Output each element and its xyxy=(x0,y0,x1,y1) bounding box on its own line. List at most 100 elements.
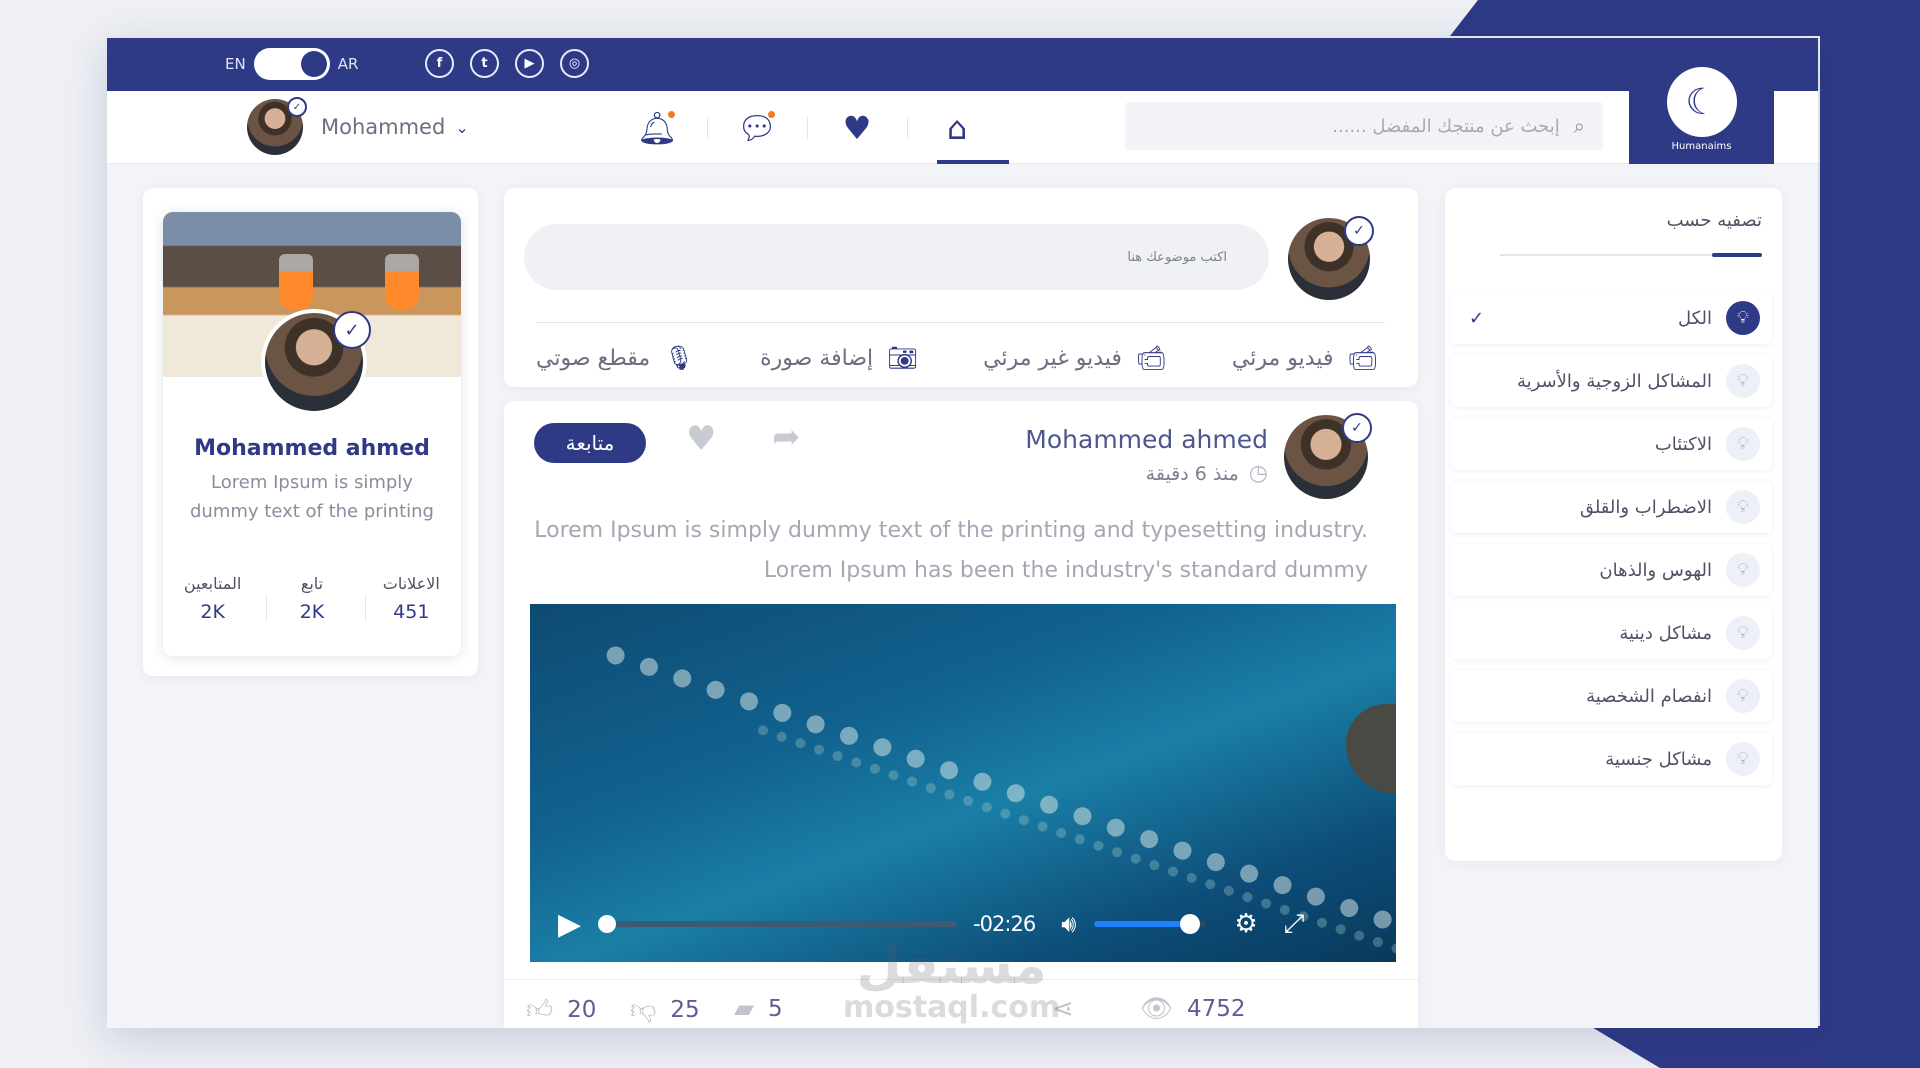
composer-avatar: ✓ xyxy=(1288,216,1374,300)
nav-icons: 🔔︎ 💬︎ ♥ ⌂ xyxy=(607,91,1009,164)
composer-input[interactable]: اكتب موضوعك هنا xyxy=(524,224,1269,290)
post-time: ◷ منذ 6 دقيقة xyxy=(1146,461,1268,486)
follow-button[interactable]: متابعة xyxy=(534,423,646,463)
gear-icon[interactable]: ⚙ xyxy=(1234,909,1257,939)
lightbulb-icon: 💡︎ xyxy=(1726,490,1760,524)
check-icon: ✓ xyxy=(1469,307,1485,329)
profile-stats: المتابعين 2K تابع 2K الاعلانات 451 xyxy=(163,574,461,623)
filter-title: تصفيه حسب xyxy=(1666,210,1762,231)
filter-item[interactable]: مشاكل جنسية 💡︎ xyxy=(1451,733,1772,785)
home-icon: ⌂ xyxy=(946,108,968,147)
stat-ads[interactable]: الاعلانات 451 xyxy=(365,574,457,623)
composer-actions: 🎙︎ مقطع صوتي 📷︎ إضافة صورة 📹︎ فيديو غير … xyxy=(536,333,1378,383)
home-button[interactable]: ⌂ xyxy=(907,91,1009,164)
glass-decoration xyxy=(385,254,419,310)
video-player[interactable]: ▶ -02:26 🔊︎ ⚙ ⤢ xyxy=(530,604,1396,962)
language-toggle[interactable] xyxy=(253,48,330,80)
filter-item[interactable]: مشاكل دينية 💡︎ xyxy=(1451,607,1772,659)
avatar: ✓ xyxy=(247,97,307,155)
search-placeholder: إبحث عن منتجك المفضل ...... xyxy=(1332,115,1560,137)
community-button[interactable]: ♥ xyxy=(807,91,907,164)
verified-badge-icon: ✓ xyxy=(1344,216,1374,246)
filter-item[interactable]: ✓ الكل 💡︎ xyxy=(1451,292,1772,344)
notification-dot xyxy=(666,109,677,120)
messages-button[interactable]: 💬︎ xyxy=(707,91,807,164)
add-audio-button[interactable]: 🎙︎ مقطع صوتي xyxy=(536,344,695,372)
filter-item[interactable]: الاضطراب والقلق 💡︎ xyxy=(1451,481,1772,533)
verified-badge-icon: ✓ xyxy=(1342,413,1372,443)
action-label: فيديو مرئي xyxy=(1231,345,1334,371)
background-shape-right xyxy=(1820,0,1920,1068)
action-label: إضافة صورة xyxy=(760,345,874,371)
lightbulb-icon: 💡︎ xyxy=(1726,301,1760,335)
volume-icon[interactable]: 🔊︎ xyxy=(1061,910,1076,938)
views: 👁︎ 4752 xyxy=(1140,994,1246,1024)
youtube-icon[interactable]: ▶ xyxy=(515,49,544,78)
notifications-button[interactable]: 🔔︎ xyxy=(607,91,707,164)
thumbs-up-icon: 👍︎ xyxy=(526,995,554,1025)
composer-placeholder: اكتب موضوعك هنا xyxy=(1127,249,1227,265)
fullscreen-icon[interactable]: ⤢ xyxy=(1284,909,1305,940)
facebook-icon[interactable]: f xyxy=(425,49,454,78)
stat-followers[interactable]: المتابعين 2K xyxy=(167,574,259,623)
background-shape-bottom xyxy=(1590,1026,1920,1068)
heart-icon[interactable]: ♥ xyxy=(686,419,716,459)
play-icon[interactable]: ▶ xyxy=(558,907,581,942)
volume-handle[interactable] xyxy=(1179,914,1200,934)
twitter-icon[interactable]: t xyxy=(470,49,499,78)
instagram-icon[interactable]: ◎ xyxy=(560,49,589,78)
verified-badge-icon: ✓ xyxy=(287,97,307,117)
clock-icon: ◷ xyxy=(1248,461,1268,486)
lightbulb-icon: 💡︎ xyxy=(1726,364,1760,398)
video-camera-icon: 📹︎ xyxy=(1135,344,1167,372)
user-menu[interactable]: ✓ Mohammed ⌄ xyxy=(247,97,469,155)
stat-value: 2K xyxy=(299,601,325,623)
profile-inner: ✓ Mohammed ahmed Lorem Ipsum is simply d… xyxy=(163,212,461,656)
view-count: 4752 xyxy=(1187,996,1246,1022)
profile-bio: Lorem Ipsum is simply dummy text of the … xyxy=(190,472,434,522)
message-dot xyxy=(766,109,777,120)
stat-label: تابع xyxy=(300,574,324,593)
logo-text: Humanaims xyxy=(1671,141,1732,152)
video-progress-bar[interactable] xyxy=(598,915,958,933)
dislike-button[interactable]: 👎︎ 25 xyxy=(630,994,700,1025)
land-decoration xyxy=(1346,704,1396,794)
divider xyxy=(536,322,1385,323)
dislike-count: 25 xyxy=(670,996,700,1023)
share-arrow-icon[interactable]: ➦ xyxy=(772,417,801,457)
filter-underline xyxy=(1500,253,1762,257)
post-time-text: منذ 6 دقيقة xyxy=(1145,462,1239,485)
comment-count: 5 xyxy=(768,996,783,1022)
filter-item-label: مشاكل دينية xyxy=(1619,622,1712,644)
chevron-down-icon: ⌄ xyxy=(455,117,469,137)
like-button[interactable]: 👍︎ 20 xyxy=(526,994,596,1025)
user-name: Mohammed xyxy=(321,115,446,139)
add-visible-video-button[interactable]: 📹︎ فيديو مرئي xyxy=(1232,344,1378,372)
lightbulb-icon: 💡︎ xyxy=(1726,679,1760,713)
post-avatar[interactable]: ✓ xyxy=(1284,413,1372,499)
volume-slider[interactable] xyxy=(1094,914,1207,934)
add-image-button[interactable]: 📷︎ إضافة صورة xyxy=(760,344,917,372)
language-switch: EN AR xyxy=(225,48,358,80)
search-input[interactable]: إبحث عن منتجك المفضل ...... ⌕ xyxy=(1125,102,1603,150)
stat-label: المتابعين xyxy=(183,574,242,593)
filter-item-label: الاكتئاب xyxy=(1654,433,1712,455)
comment-button[interactable]: ▰ 5 xyxy=(734,994,783,1024)
stat-value: 451 xyxy=(393,601,430,623)
watermark: مستقل mostaql.com xyxy=(843,940,1060,1024)
progress-handle[interactable] xyxy=(598,915,617,933)
add-hidden-video-button[interactable]: 📹︎ فيديو غير مرئي xyxy=(983,344,1166,372)
time-remaining: -02:26 xyxy=(973,912,1036,936)
post-author[interactable]: Mohammed ahmed xyxy=(1025,425,1268,454)
filter-item-label: مشاكل جنسية xyxy=(1605,748,1712,770)
filter-item[interactable]: الاكتئاب 💡︎ xyxy=(1451,418,1772,470)
filter-item[interactable]: الهوس والذهان 💡︎ xyxy=(1451,544,1772,596)
stat-following[interactable]: تابع 2K xyxy=(265,574,358,623)
filter-item-label: الكل xyxy=(1677,307,1712,329)
logo[interactable]: ☾ Humanaims xyxy=(1629,55,1774,164)
profile-avatar[interactable]: ✓ xyxy=(261,309,371,415)
eye-icon: 👁︎ xyxy=(1140,994,1174,1024)
filter-item[interactable]: انفصام الشخصية 💡︎ xyxy=(1451,670,1772,722)
filter-item[interactable]: المشاكل الزوجية والأسرية 💡︎ xyxy=(1451,355,1772,407)
like-count: 20 xyxy=(567,996,597,1023)
